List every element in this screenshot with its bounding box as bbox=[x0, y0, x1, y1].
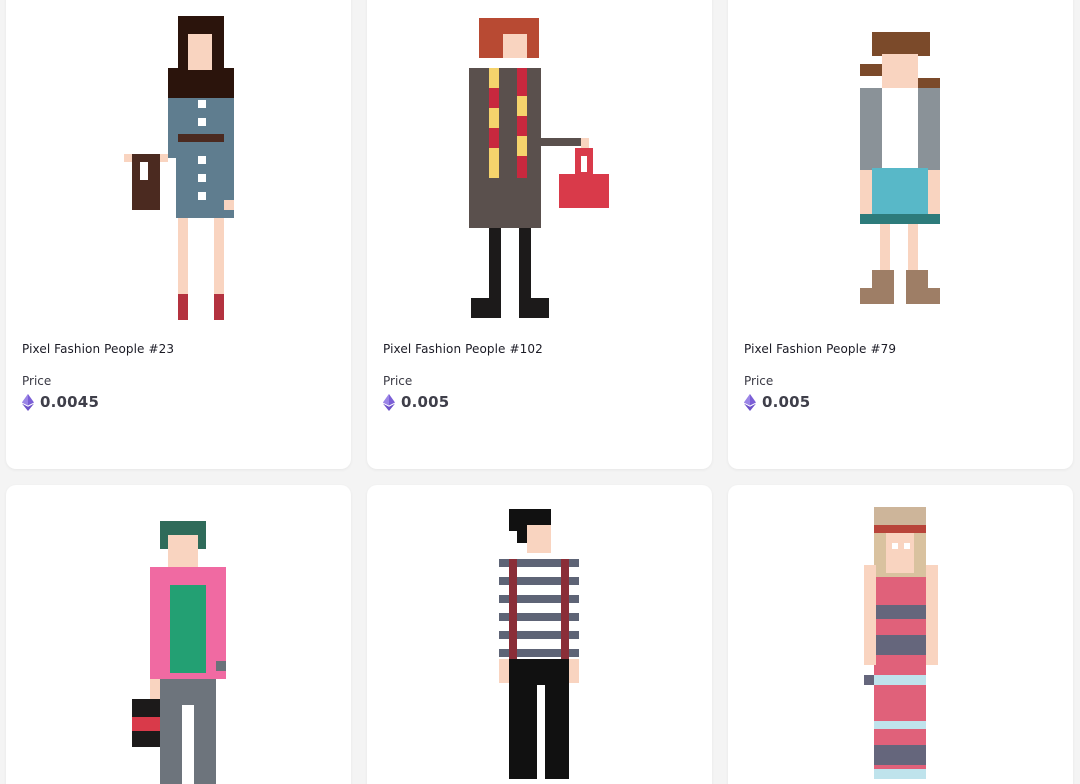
price-label: Price bbox=[22, 374, 52, 388]
nft-card[interactable]: Pixel Fashion People #79 Price 0.005 bbox=[728, 0, 1073, 469]
price-value: 0.005 bbox=[401, 393, 450, 411]
nft-card[interactable] bbox=[367, 485, 712, 784]
ethereum-icon bbox=[22, 393, 34, 411]
nft-card[interactable] bbox=[6, 485, 351, 784]
price-row: 0.005 bbox=[383, 393, 449, 411]
nft-title[interactable]: Pixel Fashion People #102 bbox=[383, 342, 543, 356]
nft-grid: Pixel Fashion People #23 Price 0.0045 Pi… bbox=[0, 0, 1080, 784]
nft-card[interactable]: Pixel Fashion People #102 Price 0.005 bbox=[367, 0, 712, 469]
pixel-woman-blue-dress bbox=[124, 16, 234, 320]
price-value: 0.005 bbox=[762, 393, 811, 411]
nft-title[interactable]: Pixel Fashion People #79 bbox=[744, 342, 896, 356]
nft-card[interactable] bbox=[728, 485, 1073, 784]
pixel-girl-teal-skirt bbox=[860, 32, 940, 304]
price-row: 0.0045 bbox=[22, 393, 99, 411]
nft-title[interactable]: Pixel Fashion People #23 bbox=[22, 342, 174, 356]
pixel-woman-striped-dress bbox=[864, 507, 938, 779]
ethereum-icon bbox=[383, 393, 395, 411]
price-label: Price bbox=[744, 374, 774, 388]
pixel-man-pink-jacket bbox=[132, 521, 226, 784]
pixel-man-scarf bbox=[469, 18, 609, 318]
price-label: Price bbox=[383, 374, 413, 388]
pixel-man-striped-shirt bbox=[499, 509, 579, 784]
nft-card[interactable]: Pixel Fashion People #23 Price 0.0045 bbox=[6, 0, 351, 469]
price-value: 0.0045 bbox=[40, 393, 100, 411]
price-row: 0.005 bbox=[744, 393, 810, 411]
ethereum-icon bbox=[744, 393, 756, 411]
